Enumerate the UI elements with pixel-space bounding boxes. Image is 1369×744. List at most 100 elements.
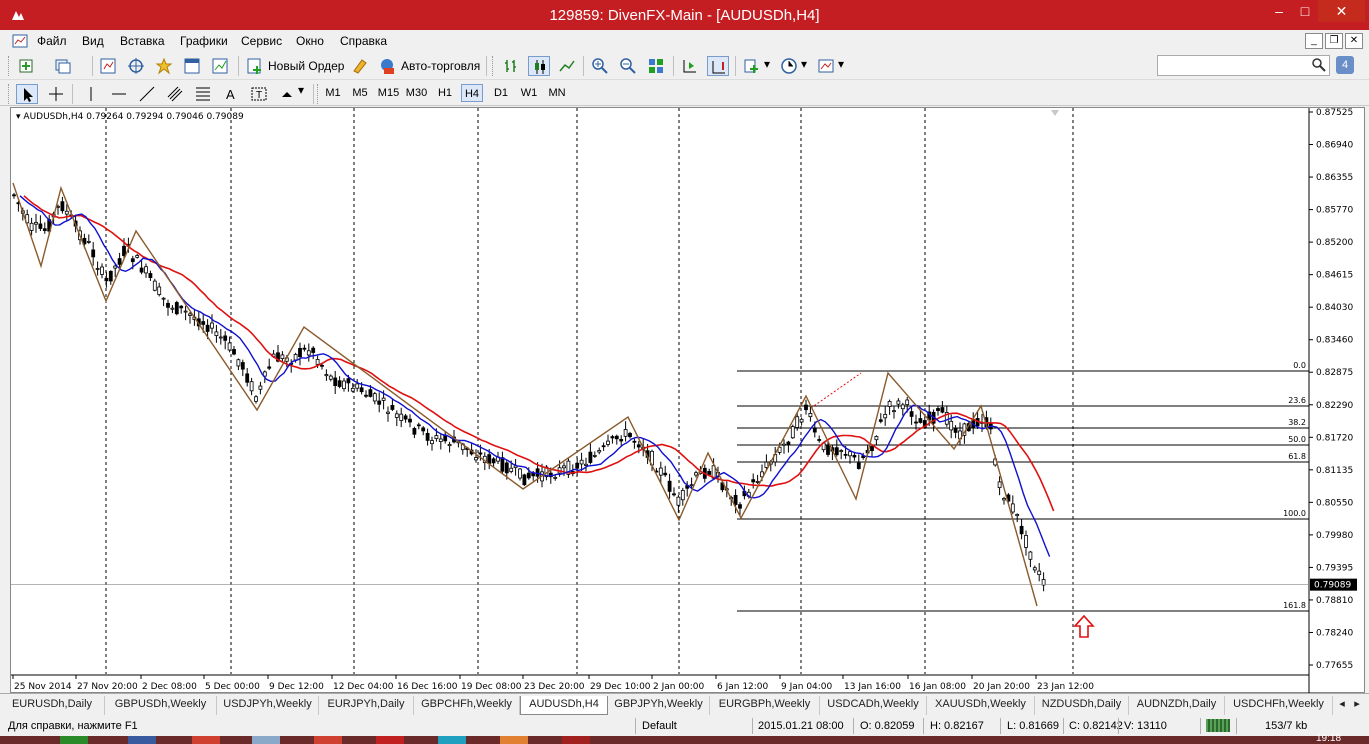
cursor-icon[interactable] [16, 84, 38, 104]
tab-gbpjpyh-weekly[interactable]: GBPJPYh,Weekly [608, 696, 710, 715]
crosshair-icon[interactable] [45, 84, 67, 104]
indicators-icon[interactable] [741, 56, 763, 76]
candle-body [104, 277, 109, 282]
timeframe-m30[interactable]: M30 [404, 84, 429, 102]
maximize-button[interactable]: □ [1292, 0, 1318, 22]
strategy-tester-icon[interactable] [209, 56, 231, 76]
taskbar-app-icon[interactable] [128, 736, 156, 744]
taskbar-app-icon[interactable] [60, 736, 88, 744]
tab-gbpchfh-weekly[interactable]: GBPCHFh,Weekly [414, 696, 520, 715]
timeframe-h4[interactable]: H4 [461, 84, 483, 102]
chart-shift-icon[interactable] [679, 56, 701, 76]
tab-scroll-right-icon[interactable]: ▸ [1350, 696, 1364, 715]
zoom-in-icon[interactable] [589, 56, 611, 76]
chart-window-icon[interactable] [12, 34, 28, 48]
tab-gbpusdh-weekly[interactable]: GBPUSDh,Weekly [105, 696, 217, 715]
tile-windows-icon[interactable] [645, 56, 667, 76]
chevron-down-icon[interactable]: ▾ [764, 57, 770, 71]
collapse-icon[interactable]: ▾ [16, 112, 21, 122]
taskbar-app-icon[interactable] [376, 736, 404, 744]
tab-audnzdh-daily[interactable]: AUDNZDh,Daily [1129, 696, 1225, 715]
trendline-icon[interactable] [136, 84, 158, 104]
taskbar-app-icon[interactable] [562, 736, 590, 744]
menu-file[interactable]: Файл [37, 34, 67, 48]
navigator-icon[interactable] [153, 56, 175, 76]
taskbar-app-icon[interactable] [438, 736, 466, 744]
chevron-down-icon[interactable]: ▾ [801, 57, 807, 71]
tab-usdcadh-weekly[interactable]: USDCADh,Weekly [820, 696, 927, 715]
zoom-out-icon[interactable] [617, 56, 639, 76]
market-watch-icon[interactable] [97, 56, 119, 76]
menu-charts[interactable]: Графики [180, 34, 228, 48]
tab-eurusdh-daily[interactable]: EURUSDh,Daily [0, 696, 105, 715]
chart-canvas[interactable]: 0.0 23.6 38.2 50.0 61.8 100.0 161.8 0.87525 0.8… [11, 108, 1366, 694]
timeframe-m15[interactable]: M15 [376, 84, 401, 102]
timeframe-m1[interactable]: M1 [322, 84, 344, 102]
auto-scroll-icon[interactable] [707, 56, 729, 76]
toolbar-grip[interactable] [317, 84, 320, 104]
candle-body [86, 240, 91, 243]
price-chart[interactable]: 0.0 23.6 38.2 50.0 61.8 100.0 161.8 0.87525 0.8… [10, 107, 1366, 694]
taskbar-app-icon[interactable] [192, 736, 220, 744]
menu-window[interactable]: Окно [296, 34, 324, 48]
terminal-icon[interactable] [181, 56, 203, 76]
search-input[interactable] [1157, 55, 1330, 76]
menu-insert[interactable]: Вставка [120, 34, 165, 48]
timeframe-d1[interactable]: D1 [490, 84, 512, 102]
tab-nzdusdh-daily[interactable]: NZDUSDh,Daily [1035, 696, 1129, 715]
new-order-button[interactable]: Новый Ордер [268, 59, 344, 73]
profiles-icon[interactable] [52, 56, 74, 76]
price-label: 0.78240 [1316, 628, 1353, 638]
tab-xauusdh-weekly[interactable]: XAUUSDh,Weekly [927, 696, 1035, 715]
taskbar-app-icon[interactable] [500, 736, 528, 744]
timeframe-w1[interactable]: W1 [518, 84, 540, 102]
notifications-icon[interactable]: 4 [1336, 56, 1354, 74]
line-chart-icon[interactable] [556, 56, 578, 76]
close-button[interactable]: ✕ [1318, 0, 1365, 22]
menu-help[interactable]: Справка [340, 34, 387, 48]
search-icon[interactable] [1311, 57, 1327, 73]
chevron-down-icon[interactable]: ▾ [298, 83, 304, 97]
mdi-minimize-button[interactable]: _ [1305, 33, 1323, 49]
minimize-button[interactable]: – [1266, 0, 1292, 22]
text-label-icon[interactable]: T [248, 84, 270, 104]
auto-trading-button[interactable]: Авто-торговля [401, 59, 480, 73]
tab-scroll-left-icon[interactable]: ◂ [1335, 696, 1349, 715]
meta-editor-icon[interactable] [349, 56, 371, 76]
auto-trading-icon[interactable] [376, 56, 398, 76]
taskbar-app-icon[interactable] [252, 736, 280, 744]
menu-tools[interactable]: Сервис [241, 34, 282, 48]
candlestick-icon[interactable] [528, 56, 550, 76]
data-window-icon[interactable] [125, 56, 147, 76]
tab-eurgbph-weekly[interactable]: EURGBPh,Weekly [710, 696, 820, 715]
price-label: 0.81720 [1316, 433, 1353, 443]
toolbar-grip[interactable] [8, 56, 11, 76]
toolbar-grip[interactable] [8, 84, 11, 104]
bar-chart-icon[interactable] [500, 56, 522, 76]
timeframe-m5[interactable]: M5 [349, 84, 371, 102]
tab-audusdh-h4[interactable]: AUDUSDh,H4 [520, 696, 608, 715]
periods-icon[interactable] [778, 56, 800, 76]
mdi-restore-button[interactable]: ❐ [1325, 33, 1343, 49]
vertical-line-icon[interactable] [80, 84, 102, 104]
taskbar-app-icon[interactable] [314, 736, 342, 744]
new-chart-icon[interactable] [16, 56, 38, 76]
equidistant-channel-icon[interactable] [164, 84, 186, 104]
timeframe-h1[interactable]: H1 [434, 84, 456, 102]
tab-usdchfh-weekly[interactable]: USDCHFh,Weekly [1225, 696, 1333, 715]
candle-body [839, 450, 844, 453]
chevron-down-icon[interactable]: ▾ [838, 57, 844, 71]
arrows-icon[interactable] [276, 84, 298, 104]
horizontal-line-icon[interactable] [108, 84, 130, 104]
mdi-close-button[interactable]: ✕ [1345, 33, 1363, 49]
tab-usdjpyh-weekly[interactable]: USDJPYh,Weekly [217, 696, 319, 715]
timeframe-mn[interactable]: MN [545, 84, 569, 102]
candle-body [302, 347, 307, 350]
menu-view[interactable]: Вид [82, 34, 104, 48]
templates-icon[interactable] [815, 56, 837, 76]
text-icon[interactable]: A [220, 84, 242, 104]
toolbar-grip[interactable] [492, 56, 495, 76]
tab-eurjpyh-daily[interactable]: EURJPYh,Daily [319, 696, 414, 715]
new-order-icon[interactable] [244, 56, 266, 76]
fibonacci-icon[interactable] [192, 84, 214, 104]
